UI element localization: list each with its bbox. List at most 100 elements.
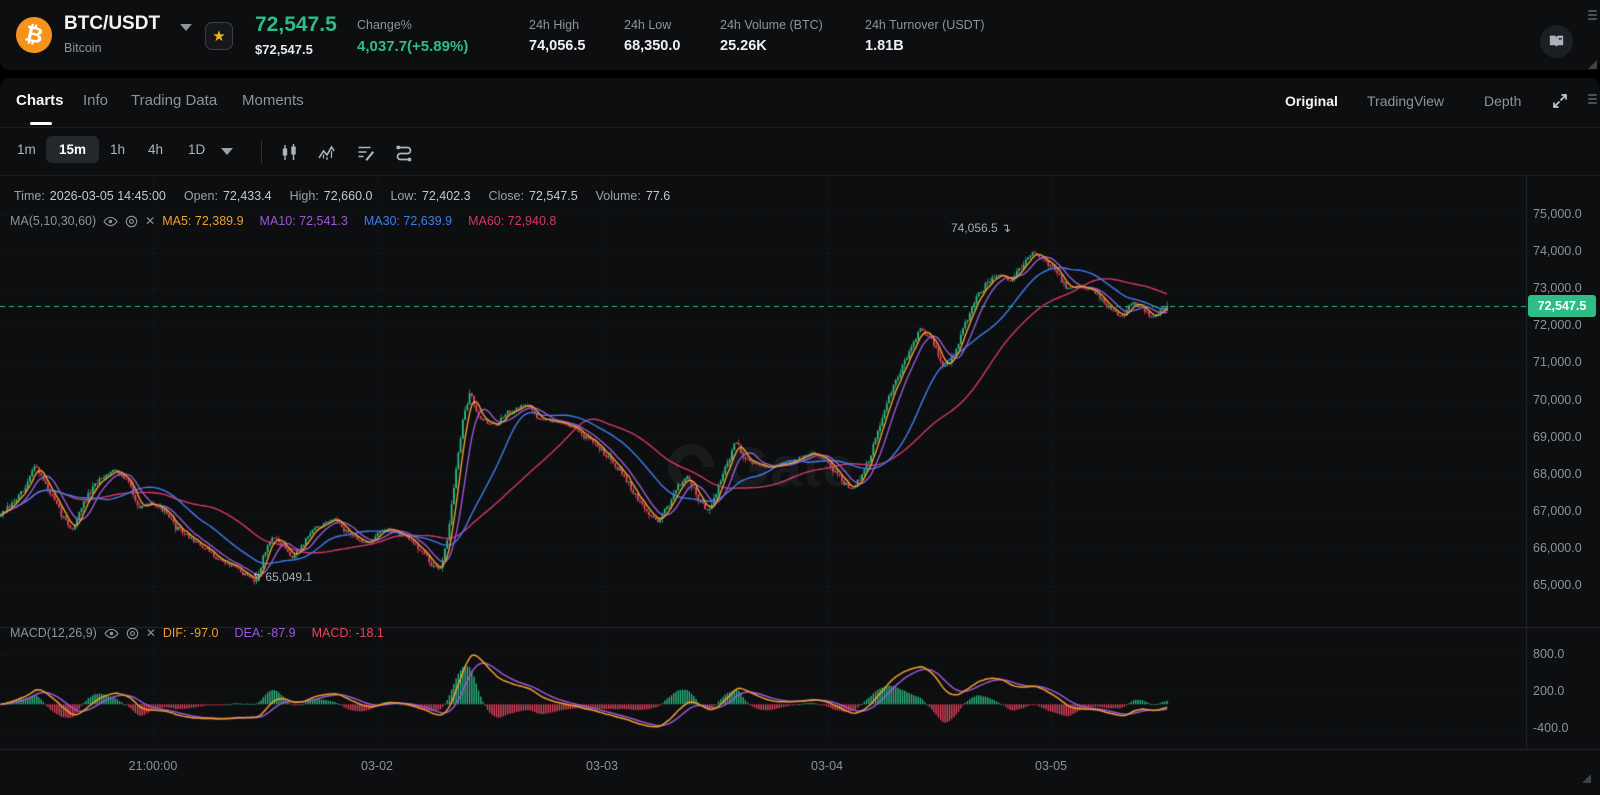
watermark-text: Gate xyxy=(726,435,855,498)
gate-logo-icon xyxy=(658,433,724,500)
stat-label: 24h High xyxy=(529,18,580,32)
chart-toolbar: 1m 15m 1h 4h 1D xyxy=(0,128,1600,176)
x-axis-label: 03-04 xyxy=(811,759,843,773)
tab-info[interactable]: Info xyxy=(83,92,108,109)
compare-button[interactable] xyxy=(394,143,414,162)
orderbook-button[interactable] xyxy=(1540,25,1573,58)
chevron-down-icon[interactable] xyxy=(180,24,192,31)
y-axis-label: 74,000.0 xyxy=(1533,244,1582,259)
last-price: 72,547.5 xyxy=(255,13,337,36)
gate-watermark: Gate xyxy=(658,433,855,500)
indicators-button[interactable] xyxy=(317,143,336,162)
y-axis-label: 72,000.0 xyxy=(1533,318,1582,333)
macd-legend: MACD(12,26,9) ✕ DIF: -97.0 DEA: -87.9 MACD… xyxy=(10,626,400,640)
chart-tabs: Charts Info Trading Data Moments Origina… xyxy=(0,78,1600,128)
stat-value: 25.26K xyxy=(720,38,767,54)
draw-tools-button[interactable] xyxy=(356,143,375,162)
ohlc-item: Open: 72,433.4 xyxy=(183,189,272,203)
indicator-settings-icon[interactable] xyxy=(125,215,138,228)
eye-icon[interactable] xyxy=(104,628,119,639)
indicator-settings-icon[interactable] xyxy=(126,627,139,640)
timeframe-4h[interactable]: 4h xyxy=(148,142,163,157)
last-price-badge: 72,547.5 xyxy=(1528,294,1596,317)
macd-value: MACD: -18.1 xyxy=(311,626,384,640)
macd-value: DEA: -87.9 xyxy=(234,626,296,640)
star-icon: ★ xyxy=(212,28,226,45)
scrollbar-handle[interactable] xyxy=(1588,10,1597,22)
y-axis-label: 70,000.0 xyxy=(1533,392,1582,407)
stat-24h-low: 24h Low 68,350.0 xyxy=(624,18,680,54)
scrollbar-handle[interactable] xyxy=(1588,94,1597,106)
ohlc-item: Low: 72,402.3 xyxy=(390,189,471,203)
macd-value: DIF: -97.0 xyxy=(162,626,219,640)
y-axis-label: 73,000.0 xyxy=(1533,281,1582,296)
x-axis-label: 03-05 xyxy=(1035,759,1067,773)
expand-icon xyxy=(1553,94,1567,108)
close-icon[interactable]: ✕ xyxy=(146,626,156,640)
stat-value: 74,056.5 xyxy=(529,38,586,54)
close-icon[interactable]: ✕ xyxy=(145,214,155,228)
active-tab-underline xyxy=(30,122,52,125)
ma-values: MA5: 72,389.9 MA10: 72,541.3 MA30: 72,639.… xyxy=(162,214,572,228)
tab-tradingview[interactable]: TradingView xyxy=(1367,93,1444,109)
ohlc-item: Close: 72,547.5 xyxy=(488,189,578,203)
bitcoin-logo-icon: ₿ xyxy=(12,13,56,57)
timeframe-1h[interactable]: 1h xyxy=(110,142,125,157)
chart-style-button[interactable] xyxy=(280,143,299,162)
stat-value: 4,037.7(+5.89%) xyxy=(357,38,469,55)
ma-value: MA60: 72,940.8 xyxy=(468,214,557,228)
pair-full-name: Bitcoin xyxy=(64,41,102,55)
fullscreen-button[interactable] xyxy=(1551,92,1569,110)
x-axis-label: 21:00:00 xyxy=(128,759,178,773)
ma-value: MA30: 72,639.9 xyxy=(363,214,453,228)
y-axis-label: 68,000.0 xyxy=(1533,466,1582,481)
stat-label: 24h Volume (BTC) xyxy=(720,18,823,32)
macd-axis-label: 200.0 xyxy=(1533,683,1565,698)
ohlc-item: Volume: 77.6 xyxy=(595,189,671,203)
ohlc-legend: Time: 2026-03-05 14:45:00 Open: 72,433.4 Hig… xyxy=(14,189,688,203)
ma-legend: MA(5,10,30,60) ✕ MA5: 72,389.9 MA10: 72,5… xyxy=(10,214,572,228)
timeframe-1d[interactable]: 1D xyxy=(188,142,205,157)
stat-24h-high: 24h High 74,056.5 xyxy=(529,18,585,54)
edit-lines-icon xyxy=(358,146,374,161)
last-price-usd: $72,547.5 xyxy=(255,42,313,57)
y-axis-label: 71,000.0 xyxy=(1533,355,1582,370)
macd-values: DIF: -97.0 DEA: -87.9 MACD: -18.1 xyxy=(163,626,400,640)
y-axis-label: 67,000.0 xyxy=(1533,503,1582,518)
pair-selector[interactable]: BTC/USDT xyxy=(64,13,160,35)
stat-change: Change% 4,037.7(+5.89%) xyxy=(357,18,468,55)
ma-value: MA5: 72,389.9 xyxy=(162,214,244,228)
y-axis-label: 66,000.0 xyxy=(1533,540,1582,555)
pair-header: ₿ BTC/USDT Bitcoin ★ 72,547.5 $72,547.5 … xyxy=(0,0,1600,70)
stat-label: 24h Low xyxy=(624,18,672,32)
timeframe-dropdown-caret[interactable] xyxy=(221,148,233,155)
low-price-annotation: ↰ 65,049.1 xyxy=(252,570,313,584)
macd-axis-label: -400.0 xyxy=(1533,720,1569,735)
x-axis-label: 03-02 xyxy=(361,759,393,773)
y-axis-label: 69,000.0 xyxy=(1533,429,1582,444)
stat-24h-turnover: 24h Turnover (USDT) 1.81B xyxy=(865,18,984,54)
stat-24h-volume: 24h Volume (BTC) 25.26K xyxy=(720,18,823,54)
chart-region: Time: 2026-03-05 14:45:00 Open: 72,433.4 Hig… xyxy=(0,176,1600,750)
candlestick-icon xyxy=(282,144,296,160)
overlay-swap-icon xyxy=(396,145,412,162)
time-axis[interactable]: 21:00:00 03-02 03-03 03-04 03-05 xyxy=(0,750,1600,795)
stat-label: Change% xyxy=(357,18,412,32)
timeframe-15m[interactable]: 15m xyxy=(46,136,100,163)
header-resize-handle[interactable] xyxy=(1588,60,1597,69)
tab-moments[interactable]: Moments xyxy=(242,92,304,109)
y-axis-label: 65,000.0 xyxy=(1533,578,1582,592)
stat-value: 1.81B xyxy=(865,38,904,54)
tab-trading-data[interactable]: Trading Data xyxy=(131,92,217,109)
high-price-annotation: 74,056.5 ↴ xyxy=(951,221,1012,235)
toolbar-divider xyxy=(261,140,262,164)
chart-resize-handle[interactable] xyxy=(1582,774,1591,783)
tab-charts[interactable]: Charts xyxy=(16,92,64,109)
tab-original[interactable]: Original xyxy=(1285,93,1338,109)
ohlc-item: Time: 2026-03-05 14:45:00 xyxy=(14,189,166,203)
timeframe-1m[interactable]: 1m xyxy=(17,142,36,157)
y-axis-label: 75,000.0 xyxy=(1533,207,1582,221)
tab-depth[interactable]: Depth xyxy=(1484,93,1521,109)
eye-icon[interactable] xyxy=(103,216,118,227)
favorite-star-button[interactable]: ★ xyxy=(205,22,233,50)
